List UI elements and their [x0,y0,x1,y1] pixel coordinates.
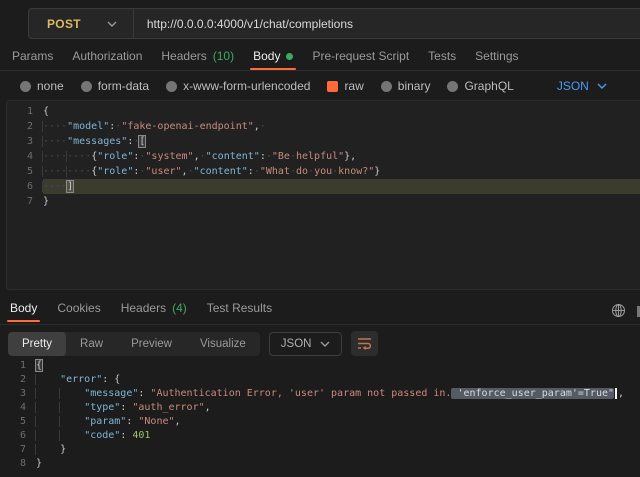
code-text: ····"messages":·[ [43,134,640,149]
code-line: 2 "error": { [0,373,640,387]
method-selector[interactable]: POST [29,17,133,31]
radio-icon [20,81,31,92]
radio-x-www-form-urlencoded[interactable]: x-www-form-urlencoded [166,79,310,93]
radio-selected-icon [327,81,338,92]
code-line: 8} [0,457,640,471]
radio-icon [447,81,458,92]
code-line: 6····] [7,179,640,194]
code-line: 7} [7,194,640,209]
code-text: ········{"role":·"user",·"content":·"Wha… [43,164,640,179]
globe-icon[interactable] [611,303,626,318]
tabs-divider [0,70,640,71]
wrap-text-button[interactable] [351,331,378,356]
url-input[interactable]: http://0.0.0.0:4000/v1/chat/completions [134,17,353,31]
line-number: 1 [0,359,36,373]
view-raw[interactable]: Raw [66,332,117,356]
line-number: 2 [0,373,36,387]
view-pretty[interactable]: Pretty [8,332,66,356]
radio-icon [381,81,392,92]
response-headers-count: (4) [172,301,187,315]
tab-headers[interactable]: Headers(10) [161,49,234,63]
chevron-down-icon [107,21,117,27]
radio-icon [81,81,92,92]
line-number: 6 [0,429,36,443]
headers-count: (10) [213,49,234,63]
tab-tests[interactable]: Tests [428,49,456,63]
code-line: 3 "message": "Authentication Error, 'use… [0,387,640,401]
response-toolbar: Pretty Raw Preview Visualize JSON [8,331,378,356]
code-text: "message": "Authentication Error, 'user'… [36,387,640,401]
line-number: 2 [7,119,43,134]
body-modified-dot [286,53,293,60]
request-body-editor[interactable]: 1{2····"model":·"fake-openai-endpoint",·… [6,100,640,290]
code-text: "code": 401 [36,429,640,443]
code-text: "error": { [36,373,640,387]
code-text: ····] [43,179,640,194]
tab-params[interactable]: Params [12,49,53,63]
response-tabs-divider [0,324,640,325]
chevron-down-icon [597,83,607,89]
line-number: 4 [7,149,43,164]
code-line: 5 "param": "None", [0,415,640,429]
code-line: 6 "code": 401 [0,429,640,443]
line-number: 8 [0,457,36,471]
line-number: 3 [0,387,36,401]
code-line: 1{ [7,104,640,119]
tab-settings[interactable]: Settings [475,49,518,63]
code-text: { [36,359,640,373]
code-line: 5········{"role":·"user",·"content":·"Wh… [7,164,640,179]
tab-authorization[interactable]: Authorization [72,49,142,63]
code-text: } [36,443,640,457]
response-body-editor[interactable]: 1{2 "error": {3 "message": "Authenticati… [0,359,640,477]
code-text: } [43,194,640,209]
radio-icon [166,81,177,92]
tab-pre-request-script[interactable]: Pre-request Script [312,49,409,63]
line-number: 6 [7,179,43,194]
tab-test-results[interactable]: Test Results [207,301,272,315]
response-format-selector[interactable]: JSON [269,332,343,356]
tab-response-body[interactable]: Body [10,301,37,315]
line-number: 7 [0,443,36,457]
line-number: 4 [0,401,36,415]
code-text: { [43,104,640,119]
chevron-down-icon [320,341,330,347]
radio-none[interactable]: none [20,79,64,93]
line-number: 1 [7,104,43,119]
code-text: ····"model":·"fake-openai-endpoint",· [43,119,640,134]
code-text: "param": "None", [36,415,640,429]
tab-cookies[interactable]: Cookies [57,301,100,315]
tab-response-headers[interactable]: Headers(4) [121,301,187,315]
body-type-row: none form-data x-www-form-urlencoded raw… [20,72,607,100]
radio-raw[interactable]: raw [327,79,363,93]
radio-form-data[interactable]: form-data [81,79,149,93]
radio-graphql[interactable]: GraphQL [447,79,513,93]
code-text: "type": "auth_error", [36,401,640,415]
request-url-bar: POST http://0.0.0.0:4000/v1/chat/complet… [28,8,640,39]
method-label: POST [47,17,81,31]
code-text: ········{"role":·"system",·"content":·"B… [43,149,640,164]
code-text: } [36,457,640,471]
view-switcher: Pretty Raw Preview Visualize [8,332,260,356]
code-line: 7 } [0,443,640,457]
code-line: 2····"model":·"fake-openai-endpoint",· [7,119,640,134]
radio-binary[interactable]: binary [381,79,431,93]
response-tabs: Body Cookies Headers(4) Test Results [10,298,272,318]
raw-format-selector[interactable]: JSON [557,79,607,93]
wrap-text-icon [357,337,372,350]
line-number: 5 [0,415,36,429]
code-line: 4 "type": "auth_error", [0,401,640,415]
line-number: 3 [7,134,43,149]
tab-body[interactable]: Body [253,49,293,63]
code-line: 3····"messages":·[ [7,134,640,149]
view-visualize[interactable]: Visualize [186,332,260,356]
text-cursor [615,388,617,399]
view-preview[interactable]: Preview [117,332,186,356]
code-line: 1{ [0,359,640,373]
line-number: 5 [7,164,43,179]
line-number: 7 [7,194,43,209]
code-line: 4········{"role":·"system",·"content":·"… [7,149,640,164]
request-tabs: Params Authorization Headers(10) Body Pr… [12,46,519,66]
